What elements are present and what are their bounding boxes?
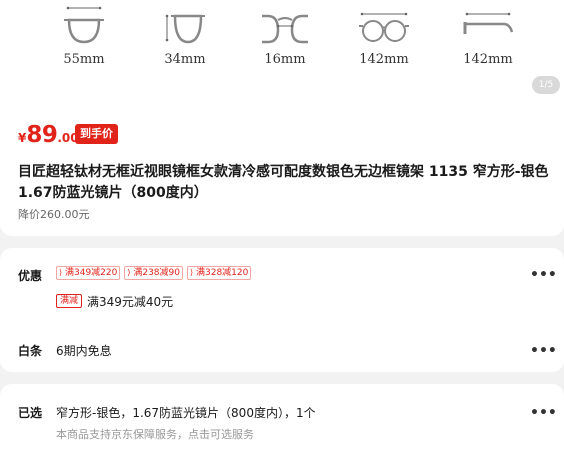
dimension-bridge-width: 16mm xyxy=(240,0,330,98)
coupon-chip[interactable]: ⟩ 满238减90 xyxy=(124,266,183,280)
selection-card[interactable] xyxy=(0,384,564,458)
baitiao-row-label: 白条 xyxy=(18,344,43,358)
price-integer: 89 xyxy=(26,122,58,148)
lens-height-icon xyxy=(165,14,205,44)
coupon-edge-icon: ⟩ xyxy=(127,268,131,277)
final-price-tag: 到手价 xyxy=(75,124,118,144)
dimension-label: 142mm xyxy=(359,52,409,67)
promo-row-label: 优惠 xyxy=(18,269,43,283)
coupon-edge-icon: ⟩ xyxy=(59,268,63,277)
coupon-chip[interactable]: ⟩ 满349减220 xyxy=(56,266,121,280)
dimension-label: 34mm xyxy=(164,52,206,67)
dimension-lens-width: 55mm xyxy=(39,0,129,98)
more-dots-icon[interactable]: ••• xyxy=(530,344,557,358)
final-price: ¥89.00 xyxy=(18,122,79,148)
price-drop-text: 降价260.00元 xyxy=(18,208,90,221)
product-title: 目匠超轻钛材无框近视眼镜框女款清冷感可配度数银色无边框镜架 1135 窄方形-银… xyxy=(18,164,549,201)
dimension-label: 55mm xyxy=(63,52,105,67)
dimension-frame-width: 142mm xyxy=(339,0,429,98)
coupon-label: 满238减90 xyxy=(133,268,180,278)
coupon-label: 满349减220 xyxy=(65,268,118,278)
product-image-gallery[interactable]: 55mm 34mm 16mm 142mm 142mm 1/5 xyxy=(0,0,564,98)
coupon-list[interactable]: ⟩ 满349减220 ⟩ 满238减90 ⟩ 满328减120 xyxy=(56,266,252,282)
dimension-lens-height: 34mm xyxy=(140,0,230,98)
more-dots-icon[interactable]: ••• xyxy=(530,268,557,282)
more-dots-icon[interactable]: ••• xyxy=(530,406,557,420)
frame-width-icon xyxy=(359,12,409,42)
dimension-temple-length: 142mm xyxy=(443,0,533,98)
selected-spec[interactable]: 窄方形-银色，1.67防蓝光镜片（800度内），1个 xyxy=(56,404,316,421)
temple-length-icon xyxy=(463,12,514,34)
image-counter-badge: 1/5 xyxy=(532,76,560,94)
installment-detail[interactable]: 6期内免息 xyxy=(56,342,112,359)
dimension-label: 142mm xyxy=(463,52,513,67)
coupon-chip[interactable]: ⟩ 满328减120 xyxy=(187,266,252,280)
coupon-label: 满328减120 xyxy=(196,268,249,278)
discount-badge: 满减 xyxy=(56,294,83,308)
dimension-label: 16mm xyxy=(264,52,306,67)
lens-width-icon xyxy=(64,6,104,44)
discount-detail: 满349元减40元 xyxy=(87,295,174,309)
coupon-edge-icon: ⟩ xyxy=(190,268,194,277)
selected-row-label: 已选 xyxy=(18,406,43,420)
bridge-width-icon xyxy=(262,14,308,44)
service-note: 本商品支持京东保障服务，点击可选服务 xyxy=(56,428,254,441)
